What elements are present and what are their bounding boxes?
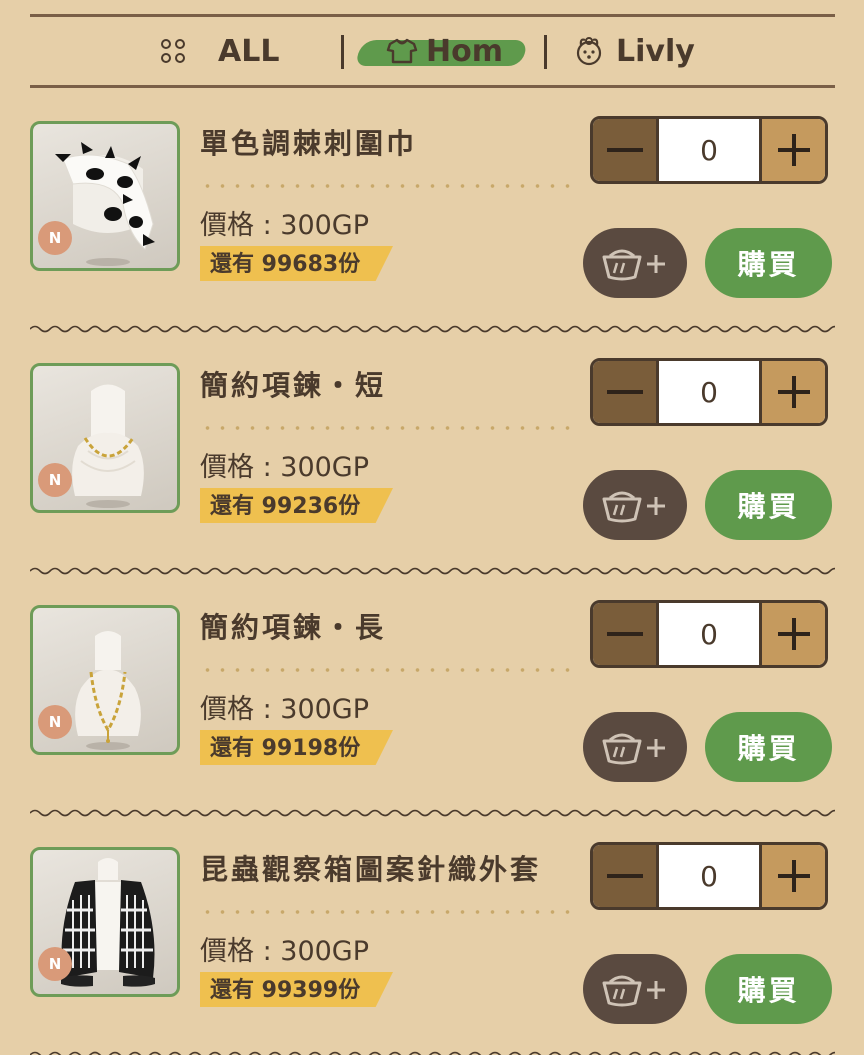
tab-separator (341, 35, 344, 69)
tab-separator (544, 35, 547, 69)
item-price: 價格 : 300GP (200, 936, 370, 967)
rarity-badge: N (38, 705, 72, 739)
add-to-basket-button[interactable] (583, 470, 687, 540)
category-filter-bar: ALL Hom Livly (30, 14, 835, 88)
buy-button[interactable]: 購買 (705, 470, 832, 540)
tab-livly-label: Livly (616, 33, 695, 69)
add-to-basket-icon (602, 975, 665, 1007)
tab-all-label: ALL (218, 33, 280, 69)
add-to-basket-icon (602, 249, 665, 281)
active-tab-highlight: Hom (358, 33, 525, 69)
livly-face-icon (572, 36, 606, 66)
stock-badge: 還有 99236份 (200, 488, 393, 523)
decrease-quantity-button[interactable] (593, 603, 659, 665)
item-name: 昆蟲觀察箱圖案針織外套 (200, 853, 542, 886)
add-to-basket-icon (602, 491, 665, 523)
item-price: 價格 : 300GP (200, 210, 370, 241)
dotted-divider (200, 668, 575, 672)
add-to-basket-button[interactable] (583, 712, 687, 782)
dotted-divider (200, 426, 575, 430)
item-thumbnail[interactable]: N (30, 605, 180, 755)
wavy-divider (30, 567, 835, 575)
item-price: 價格 : 300GP (200, 694, 370, 725)
tab-livly[interactable]: Livly (572, 17, 695, 85)
rarity-badge: N (38, 221, 72, 255)
plus-icon (777, 134, 810, 166)
shop-item: N 昆蟲觀察箱圖案針織外套 價格 : 300GP 還有 99399份 0 購買 (0, 832, 864, 1055)
decrease-quantity-button[interactable] (593, 361, 659, 423)
item-thumbnail[interactable]: N (30, 121, 180, 271)
increase-quantity-button[interactable] (759, 603, 825, 665)
item-name: 單色調棘刺圍巾 (200, 127, 418, 160)
wavy-divider (30, 1051, 835, 1055)
quantity-value[interactable]: 0 (659, 845, 759, 907)
increase-quantity-button[interactable] (759, 845, 825, 907)
rarity-badge: N (38, 947, 72, 981)
stock-badge: 還有 99399份 (200, 972, 393, 1007)
shop-item: N 簡約項鍊・長 價格 : 300GP 還有 99198份 0 購買 (0, 590, 864, 832)
tab-hom[interactable]: Hom (358, 17, 525, 85)
quantity-stepper: 0 (590, 600, 828, 668)
plus-icon (777, 376, 810, 408)
minus-icon (606, 874, 643, 878)
item-name: 簡約項鍊・長 (200, 611, 387, 644)
buy-button[interactable]: 購買 (705, 712, 832, 782)
quantity-value[interactable]: 0 (659, 361, 759, 423)
dotted-divider (200, 910, 575, 914)
item-thumbnail[interactable]: N (30, 363, 180, 513)
item-name: 簡約項鍊・短 (200, 369, 387, 402)
buy-button[interactable]: 購買 (705, 228, 832, 298)
shirt-icon (386, 37, 418, 65)
quantity-value[interactable]: 0 (659, 603, 759, 665)
tab-hom-label: Hom (426, 33, 503, 69)
increase-quantity-button[interactable] (759, 119, 825, 181)
add-to-basket-button[interactable] (583, 228, 687, 298)
item-price: 價格 : 300GP (200, 452, 370, 483)
plus-icon (777, 618, 810, 650)
rarity-badge: N (38, 463, 72, 497)
increase-quantity-button[interactable] (759, 361, 825, 423)
stock-badge: 還有 99198份 (200, 730, 393, 765)
dotted-divider (200, 184, 575, 188)
item-thumbnail[interactable]: N (30, 847, 180, 997)
quantity-stepper: 0 (590, 842, 828, 910)
minus-icon (606, 632, 643, 636)
shop-item: N 簡約項鍊・短 價格 : 300GP 還有 99236份 0 購買 (0, 348, 864, 590)
shop-item: N 單色調棘刺圍巾 價格 : 300GP 還有 99683份 0 購買 (0, 106, 864, 348)
quantity-stepper: 0 (590, 116, 828, 184)
add-to-basket-button[interactable] (583, 954, 687, 1024)
add-to-basket-icon (602, 733, 665, 765)
decrease-quantity-button[interactable] (593, 119, 659, 181)
wavy-divider (30, 325, 835, 333)
stock-badge: 還有 99683份 (200, 246, 393, 281)
plus-icon (777, 860, 810, 892)
wavy-divider (30, 809, 835, 817)
quantity-value[interactable]: 0 (659, 119, 759, 181)
minus-icon (606, 390, 643, 394)
minus-icon (606, 148, 643, 152)
buy-button[interactable]: 購買 (705, 954, 832, 1024)
decrease-quantity-button[interactable] (593, 845, 659, 907)
quantity-stepper: 0 (590, 358, 828, 426)
grid-dots-icon (160, 38, 186, 64)
tab-all[interactable]: ALL (160, 17, 279, 85)
